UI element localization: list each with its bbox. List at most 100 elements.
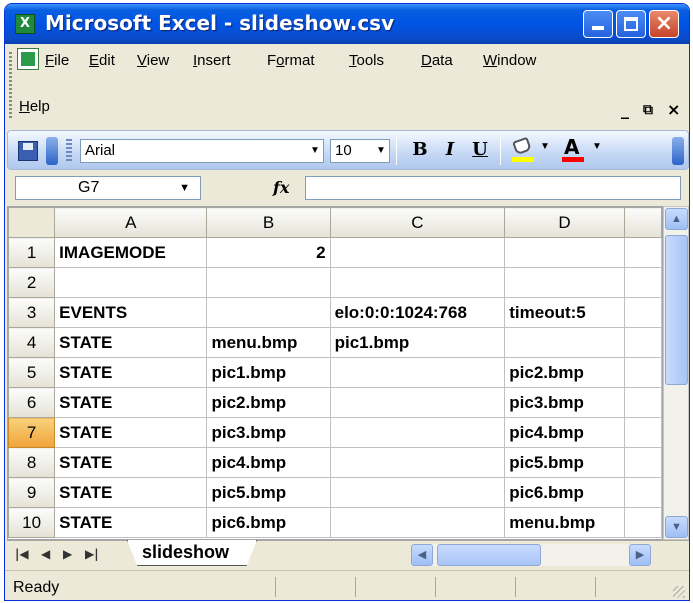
cell-a10[interactable]: STATE (54, 507, 208, 538)
cell-c9[interactable] (329, 477, 506, 508)
column-header-b[interactable]: B (206, 207, 331, 238)
cell-b1[interactable]: 2 (206, 237, 331, 268)
cell-c1[interactable] (329, 237, 506, 268)
column-header-d[interactable]: D (504, 207, 625, 238)
menu-data[interactable]: Data (421, 52, 453, 69)
font-color-icon[interactable]: A (560, 135, 586, 165)
workbook-icon[interactable] (17, 48, 39, 70)
scroll-down-icon[interactable]: ▼ (665, 516, 688, 538)
cell-c7[interactable] (329, 417, 506, 448)
title-bar[interactable]: X Microsoft Excel - slideshow.csv × (5, 4, 689, 44)
toolbar-overflow-button[interactable] (672, 137, 684, 165)
doc-restore-button[interactable]: ⧉ (643, 102, 653, 118)
worksheet-grid[interactable]: A B C D 1 IMAGEMODE 2 2 3 EVENTS elo:0:0:1024:… (7, 206, 663, 540)
doc-close-button[interactable]: × (667, 100, 680, 119)
scroll-right-icon[interactable]: ▶ (629, 544, 651, 566)
cell-a9[interactable]: STATE (54, 477, 208, 508)
select-all-corner[interactable] (8, 207, 56, 238)
cell-b3[interactable] (206, 297, 331, 328)
row-header-5[interactable]: 5 (8, 357, 56, 388)
row-header-10[interactable]: 10 (8, 507, 56, 538)
cell-a1[interactable]: IMAGEMODE (54, 237, 208, 268)
maximize-button[interactable] (616, 10, 646, 38)
cell-e9[interactable] (623, 477, 662, 508)
cell-c5[interactable] (329, 357, 506, 388)
column-header-c[interactable]: C (329, 207, 506, 238)
cell-a8[interactable]: STATE (54, 447, 208, 478)
cell-d7[interactable]: pic4.bmp (504, 417, 625, 448)
row-header-9[interactable]: 9 (8, 477, 56, 508)
cell-e1[interactable] (623, 237, 662, 268)
cell-b7[interactable]: pic3.bmp (206, 417, 331, 448)
row-header-3[interactable]: 3 (8, 297, 56, 328)
menu-edit[interactable]: Edit (89, 52, 115, 69)
cell-b6[interactable]: pic2.bmp (206, 387, 331, 418)
horizontal-scroll-thumb[interactable] (437, 544, 541, 566)
scroll-up-icon[interactable]: ▲ (665, 208, 688, 230)
row-header-2[interactable]: 2 (8, 267, 56, 298)
cell-d10[interactable]: menu.bmp (504, 507, 625, 538)
row-header-8[interactable]: 8 (8, 447, 56, 478)
cell-a7[interactable]: STATE (54, 417, 208, 448)
row-header-1[interactable]: 1 (8, 237, 56, 268)
vertical-scrollbar[interactable]: ▲ ▼ (663, 206, 689, 540)
cell-c6[interactable] (329, 387, 506, 418)
cell-d9[interactable]: pic6.bmp (504, 477, 625, 508)
last-sheet-icon[interactable]: ▶| (85, 547, 99, 561)
save-icon[interactable] (18, 141, 38, 161)
insert-function-icon[interactable]: fx (273, 178, 289, 197)
cell-a5[interactable]: STATE (54, 357, 208, 388)
next-sheet-icon[interactable]: ▶ (63, 547, 72, 561)
prev-sheet-icon[interactable]: ◀ (41, 547, 50, 561)
cell-b8[interactable]: pic4.bmp (206, 447, 331, 478)
cell-d8[interactable]: pic5.bmp (504, 447, 625, 478)
scroll-left-icon[interactable]: ◀ (411, 544, 433, 566)
cell-b2[interactable] (206, 267, 331, 298)
row-header-6[interactable]: 6 (8, 387, 56, 418)
cell-a3[interactable]: EVENTS (54, 297, 208, 328)
menu-format[interactable]: Format (267, 52, 315, 69)
vertical-scroll-thumb[interactable] (665, 235, 688, 385)
cell-a2[interactable] (54, 267, 208, 298)
font-color-dropdown[interactable]: ▼ (592, 141, 602, 152)
cell-a6[interactable]: STATE (54, 387, 208, 418)
fill-color-icon[interactable] (510, 136, 536, 165)
cell-a4[interactable]: STATE (54, 327, 208, 358)
cell-c4[interactable]: pic1.bmp (329, 327, 506, 358)
first-sheet-icon[interactable]: |◀ (15, 547, 29, 561)
cell-c2[interactable] (329, 267, 506, 298)
cell-e4[interactable] (623, 327, 662, 358)
menu-view[interactable]: View (137, 52, 169, 69)
cell-e7[interactable] (623, 417, 662, 448)
row-header-7[interactable]: 7 (8, 417, 56, 448)
menu-help[interactable]: Help (19, 98, 50, 115)
name-box[interactable]: G7 ▼ (15, 176, 201, 200)
menu-tools[interactable]: Tools (349, 52, 384, 69)
bold-button[interactable]: B (408, 139, 432, 163)
column-header-e[interactable] (623, 207, 662, 238)
cell-c3[interactable]: elo:0:0:1024:768 (329, 297, 506, 328)
cell-e5[interactable] (623, 357, 662, 388)
row-header-4[interactable]: 4 (8, 327, 56, 358)
chevron-down-icon[interactable]: ▼ (179, 177, 190, 199)
cell-b4[interactable]: menu.bmp (206, 327, 331, 358)
fill-color-dropdown[interactable]: ▼ (540, 141, 550, 152)
toolbar-grip[interactable] (66, 139, 72, 163)
column-header-a[interactable]: A (54, 207, 208, 238)
chevron-down-icon[interactable]: ▼ (373, 140, 389, 162)
menu-grip[interactable] (9, 50, 12, 120)
cell-e2[interactable] (623, 267, 662, 298)
cell-e3[interactable] (623, 297, 662, 328)
sheet-tab-slideshow[interactable]: slideshow (127, 540, 257, 566)
cell-d5[interactable]: pic2.bmp (504, 357, 625, 388)
doc-minimize-button[interactable]: _ (621, 100, 629, 119)
cell-d2[interactable] (504, 267, 625, 298)
toolbar-options-button[interactable] (46, 137, 58, 165)
font-name-combo[interactable]: Arial ▼ (80, 139, 324, 163)
close-button[interactable]: × (649, 10, 679, 38)
italic-button[interactable]: I (438, 139, 462, 163)
cell-e6[interactable] (623, 387, 662, 418)
excel-app-icon[interactable]: X (15, 14, 35, 34)
cell-d1[interactable] (504, 237, 625, 268)
menu-window[interactable]: Window (483, 52, 536, 69)
